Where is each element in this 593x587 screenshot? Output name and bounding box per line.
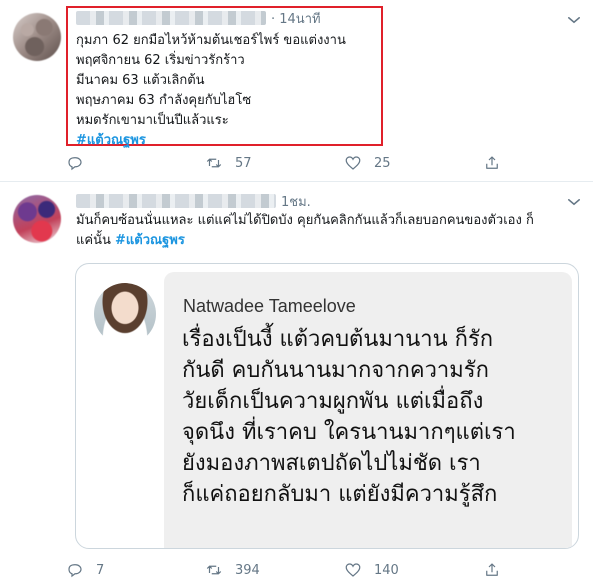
- embedded-line: จุดนึง ที่เราคบ ใครนานมากๆแต่เรา: [182, 420, 516, 445]
- share-icon: [486, 156, 498, 169]
- reply-button[interactable]: [66, 154, 205, 172]
- like-button[interactable]: 25: [344, 154, 483, 172]
- tweet[interactable]: · 14นาที กุมภา 62 ยกมือไหว้ห้ามต้นเชอร์ไ…: [0, 0, 593, 182]
- share-button[interactable]: [483, 561, 593, 579]
- retweet-button[interactable]: 394: [205, 561, 344, 579]
- retweet-button[interactable]: 57: [205, 154, 344, 172]
- like-count: 140: [374, 562, 399, 578]
- reply-count: 7: [96, 562, 105, 578]
- tweet-text: กุมภา 62 ยกมือไหว้ห้ามต้นเชอร์ไพร์ ขอแต่…: [76, 31, 346, 151]
- avatar[interactable]: [13, 13, 61, 61]
- tweet-line: กุมภา 62 ยกมือไหว้ห้ามต้นเชอร์ไพร์ ขอแต่…: [76, 33, 346, 48]
- like-icon: [345, 563, 361, 577]
- embedded-avatar: [94, 283, 156, 345]
- tweet-actions: 57 25: [66, 154, 593, 172]
- embedded-line: ก็แค่ถอยกลับมา แต่ยังมีความรู้สึก: [182, 482, 498, 507]
- share-button[interactable]: [483, 154, 593, 172]
- reply-button[interactable]: 7: [66, 561, 205, 579]
- embedded-message-text: เรื่องเป็นงี้ แต้วคบต้นมานาน ก็รัก กันดี…: [182, 324, 570, 510]
- tweet-line: หมดรักเขามาเป็นปีแล้วแระ: [76, 113, 229, 128]
- reply-icon: [68, 564, 82, 578]
- blurred-username[interactable]: [76, 194, 276, 208]
- retweet-count: 57: [235, 155, 252, 171]
- tweet-line: แค่นั้น #แต้วณฐพร: [76, 231, 534, 251]
- like-count: 25: [374, 155, 391, 171]
- tweet-actions: 7 394 140: [66, 561, 593, 579]
- retweet-icon: [206, 565, 222, 575]
- retweet-count: 394: [235, 562, 260, 578]
- hashtag-link[interactable]: #แต้วณฐพร: [115, 233, 185, 248]
- hashtag-link[interactable]: #แต้วณฐพร: [76, 131, 346, 151]
- tweet-header: 1ชม.: [76, 192, 311, 210]
- embedded-author-name: Natwadee Tameelove: [183, 296, 356, 316]
- tweet-line-text: แค่นั้น: [76, 233, 111, 248]
- retweet-icon: [206, 158, 222, 168]
- reply-icon: [68, 157, 82, 171]
- like-icon: [345, 156, 361, 170]
- like-button[interactable]: 140: [344, 561, 483, 579]
- chevron-down-icon[interactable]: [565, 11, 583, 29]
- embedded-message-bubble: Natwadee Tameelove เรื่องเป็นงี้ แต้วคบต…: [164, 272, 572, 548]
- tweet-line: มีนาคม 63 แต้วเลิกต้น: [76, 73, 205, 88]
- tweet-time[interactable]: 1ชม.: [281, 191, 311, 212]
- share-icon: [486, 563, 498, 576]
- embedded-image-card[interactable]: Natwadee Tameelove เรื่องเป็นงี้ แต้วคบต…: [75, 263, 579, 549]
- tweet-line: พฤศจิกายน 62 เริ่มข่าวรักร้าว: [76, 53, 245, 68]
- embedded-line: กันดี คบกันนานมากจากความรัก: [182, 358, 489, 383]
- chevron-down-icon[interactable]: [565, 193, 583, 211]
- tweet-text: มันก็คบซ้อนนั่นแหละ แต่แค่ไม่ได้ปิดบัง ค…: [76, 211, 534, 251]
- avatar[interactable]: [13, 195, 61, 243]
- embedded-line: เรื่องเป็นงี้ แต้วคบต้นมานาน ก็รัก: [182, 327, 494, 352]
- embedded-line: ยังมองภาพสเตปถัดไปไม่ชัด เรา: [182, 451, 481, 476]
- embedded-line: วัยเด็กเป็นความผูกพัน แต่เมื่อถึง: [182, 389, 484, 414]
- tweet-line: มันก็คบซ้อนนั่นแหละ แต่แค่ไม่ได้ปิดบัง ค…: [76, 213, 534, 228]
- tweet-line: พฤษภาคม 63 กำลังคุยกับไฮโซ: [76, 93, 252, 108]
